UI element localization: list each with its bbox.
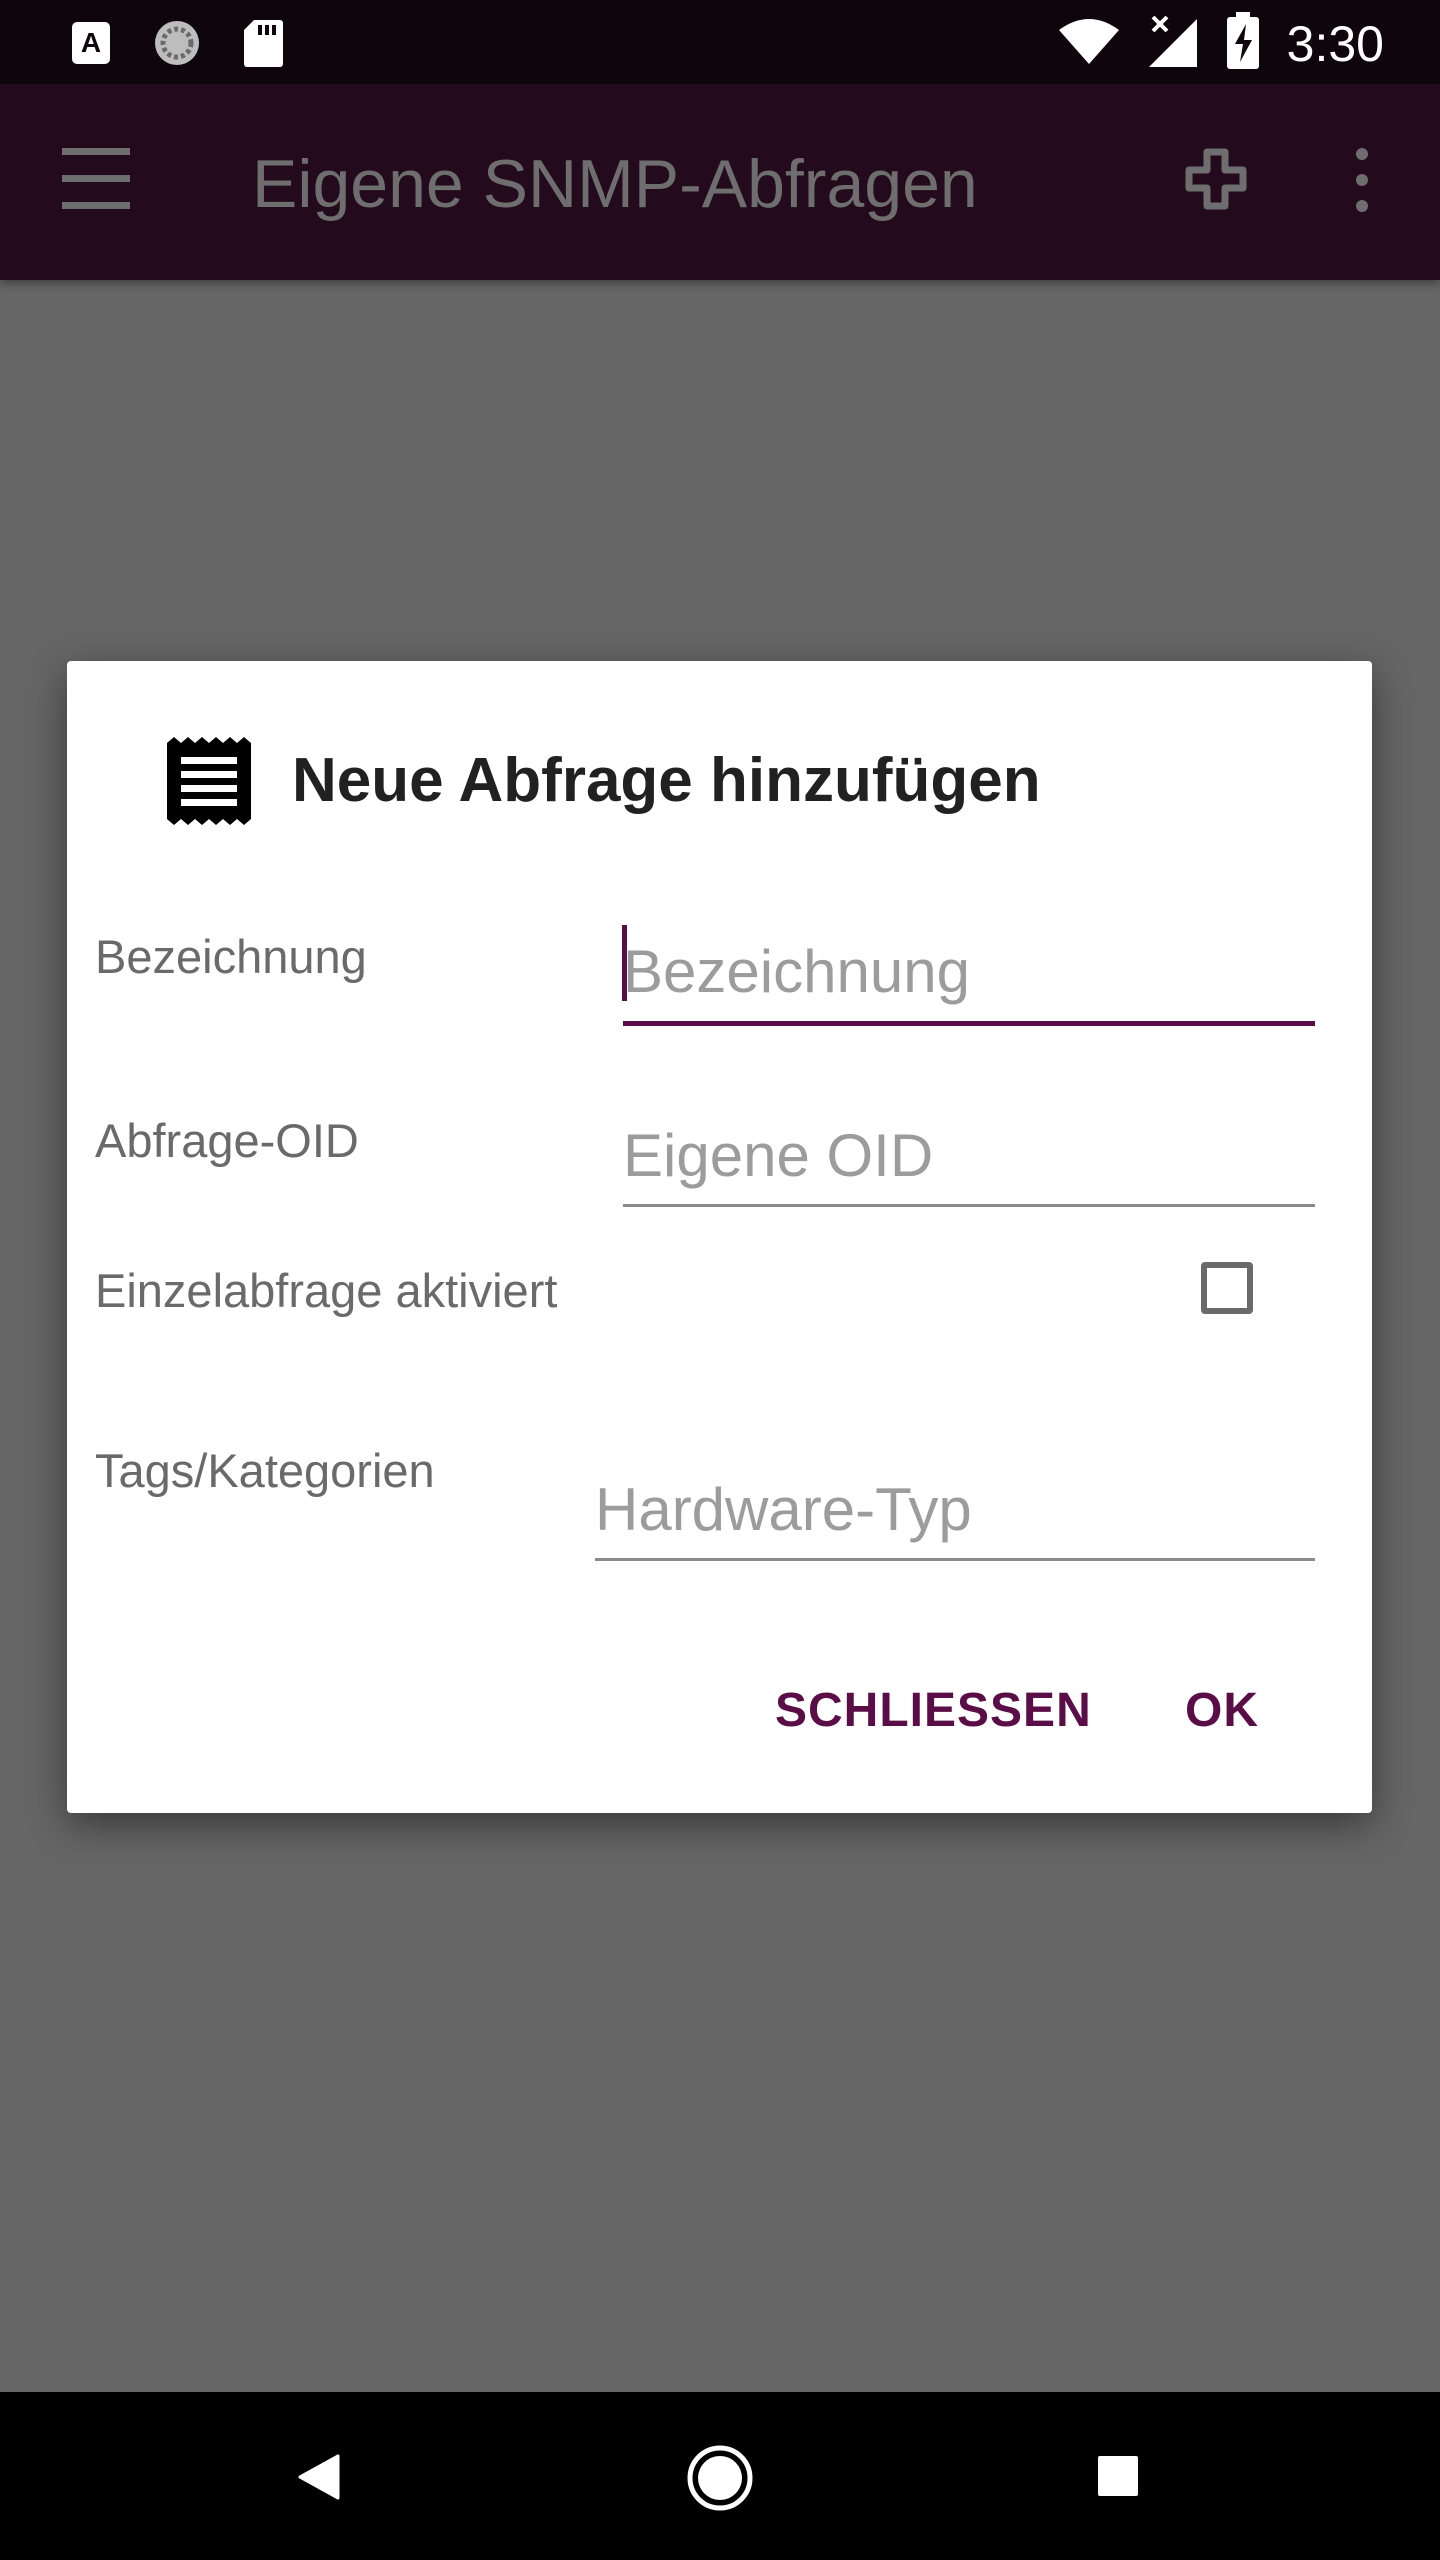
battery-charging-icon bbox=[1225, 12, 1261, 75]
wifi-icon bbox=[1057, 16, 1121, 71]
status-time: 3:30 bbox=[1286, 15, 1384, 72]
status-bar-notifications: A bbox=[70, 18, 284, 73]
status-bar-system: 3:30 bbox=[1057, 12, 1384, 75]
tags-input[interactable] bbox=[595, 1461, 1315, 1557]
oid-input[interactable] bbox=[623, 1107, 1315, 1203]
dialog-title: Neue Abfrage hinzufügen bbox=[292, 746, 1041, 815]
app-bar: Eigene SNMP-Abfragen bbox=[0, 84, 1440, 280]
single-query-label: Einzelabfrage aktiviert bbox=[95, 1264, 558, 1317]
home-icon[interactable] bbox=[686, 2444, 754, 2517]
name-input[interactable] bbox=[623, 923, 1315, 1019]
sd-card-icon bbox=[242, 18, 284, 73]
cell-signal-icon bbox=[1147, 13, 1199, 74]
add-icon[interactable] bbox=[1185, 148, 1247, 210]
app-title: Eigene SNMP-Abfragen bbox=[252, 146, 978, 222]
text-cursor bbox=[622, 925, 627, 1001]
navigation-bar bbox=[0, 2392, 1440, 2560]
sync-circle-icon bbox=[152, 18, 202, 73]
overflow-menu-icon[interactable] bbox=[1350, 148, 1374, 212]
name-label: Bezeichnung bbox=[95, 930, 367, 983]
oid-input-underline bbox=[623, 1204, 1315, 1207]
single-query-checkbox[interactable] bbox=[1201, 1262, 1253, 1314]
close-button[interactable]: SCHLIESSEN bbox=[775, 1681, 1092, 1741]
back-icon[interactable] bbox=[296, 2452, 342, 2507]
a-badge-icon: A bbox=[70, 20, 112, 71]
status-bar: A 3:30 bbox=[0, 0, 1440, 84]
svg-text:A: A bbox=[81, 27, 101, 58]
receipt-icon bbox=[165, 735, 253, 825]
name-input-underline bbox=[623, 1021, 1315, 1026]
oid-label: Abfrage-OID bbox=[95, 1114, 359, 1167]
ok-button[interactable]: OK bbox=[1185, 1681, 1259, 1741]
tags-label: Tags/Kategorien bbox=[95, 1444, 435, 1497]
recents-icon[interactable] bbox=[1096, 2454, 1140, 2503]
add-query-dialog: Neue Abfrage hinzufügen Bezeichnung Abfr… bbox=[67, 661, 1372, 1813]
menu-icon[interactable] bbox=[62, 148, 132, 210]
tags-input-underline bbox=[595, 1558, 1315, 1561]
